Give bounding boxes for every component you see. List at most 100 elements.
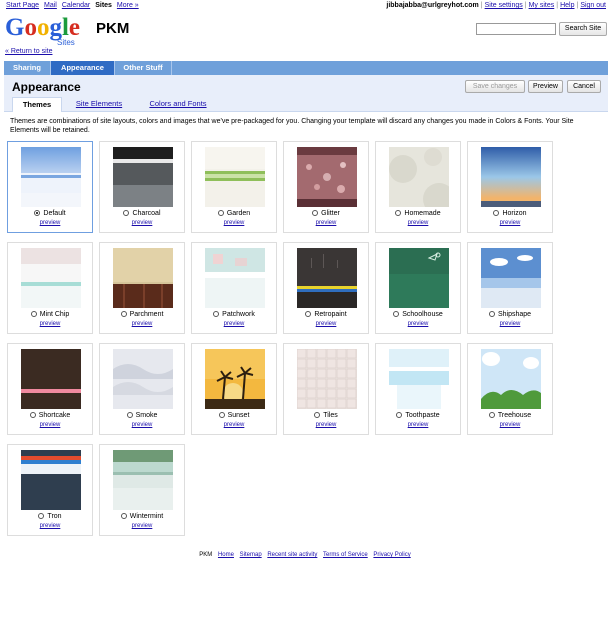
tab-appearance[interactable]: Appearance <box>51 61 114 75</box>
theme-preview-link[interactable]: preview <box>468 422 552 428</box>
theme-card-homemade[interactable]: Homemade preview <box>375 141 461 233</box>
theme-radio[interactable] <box>123 210 130 216</box>
theme-preview-link[interactable]: preview <box>8 220 92 226</box>
theme-radio[interactable] <box>213 311 220 317</box>
theme-preview-link[interactable]: preview <box>100 523 184 529</box>
theme-preview-link[interactable]: preview <box>284 220 368 226</box>
theme-card-tiles[interactable]: Tiles preview <box>283 343 369 435</box>
preview-button[interactable]: Preview <box>528 80 563 93</box>
theme-radio[interactable] <box>34 210 41 216</box>
start-page-link[interactable]: Start Page <box>6 2 39 9</box>
theme-option[interactable]: Smoke <box>100 412 184 419</box>
theme-option[interactable]: Schoolhouse <box>376 311 460 318</box>
theme-card-garden[interactable]: Garden preview <box>191 141 277 233</box>
theme-card-parchment[interactable]: Parchment preview <box>99 242 185 334</box>
footer-home-link[interactable]: Home <box>218 552 234 558</box>
theme-radio[interactable] <box>30 311 37 317</box>
theme-radio[interactable] <box>312 210 319 216</box>
theme-card-wintermint[interactable]: Wintermint preview <box>99 444 185 536</box>
theme-radio[interactable] <box>305 311 312 317</box>
theme-preview-link[interactable]: preview <box>192 220 276 226</box>
footer-terms-link[interactable]: Terms of Service <box>323 552 368 558</box>
theme-radio[interactable] <box>488 412 495 418</box>
return-to-site-link[interactable]: « Return to site <box>5 48 52 55</box>
theme-card-mint-chip[interactable]: Mint Chip preview <box>7 242 93 334</box>
save-changes-button[interactable]: Save changes <box>465 80 525 93</box>
theme-thumbnail[interactable] <box>113 450 173 510</box>
google-sites-logo[interactable]: Google Sites <box>5 13 95 47</box>
theme-option[interactable]: Homemade <box>376 210 460 217</box>
theme-option[interactable]: Glitter <box>284 210 368 217</box>
theme-option[interactable]: Toothpaste <box>376 412 460 419</box>
subtab-colors-fonts[interactable]: Colors and Fonts <box>144 97 212 111</box>
theme-thumbnail[interactable] <box>21 349 81 409</box>
theme-thumbnail[interactable] <box>113 248 173 308</box>
theme-preview-link[interactable]: preview <box>192 422 276 428</box>
theme-option[interactable]: Mint Chip <box>8 311 92 318</box>
theme-radio[interactable] <box>488 311 495 317</box>
theme-card-default[interactable]: Default preview <box>7 141 93 233</box>
theme-preview-link[interactable]: preview <box>376 220 460 226</box>
theme-radio[interactable] <box>29 412 36 418</box>
theme-radio[interactable] <box>126 412 133 418</box>
theme-thumbnail[interactable] <box>481 248 541 308</box>
theme-option[interactable]: Wintermint <box>100 513 184 520</box>
theme-thumbnail[interactable] <box>113 349 173 409</box>
theme-thumbnail[interactable] <box>297 349 357 409</box>
theme-preview-link[interactable]: preview <box>376 321 460 327</box>
theme-radio[interactable] <box>396 412 403 418</box>
sign-out-link[interactable]: Sign out <box>580 2 606 9</box>
theme-option[interactable]: Retropaint <box>284 311 368 318</box>
theme-radio[interactable] <box>120 311 127 317</box>
theme-radio[interactable] <box>314 412 321 418</box>
theme-thumbnail[interactable] <box>205 349 265 409</box>
theme-preview-link[interactable]: preview <box>468 220 552 226</box>
theme-card-shipshape[interactable]: Shipshape preview <box>467 242 553 334</box>
help-link[interactable]: Help <box>560 2 574 9</box>
search-input[interactable] <box>476 23 556 35</box>
theme-thumbnail[interactable] <box>389 248 449 308</box>
theme-radio[interactable] <box>217 210 224 216</box>
site-settings-link[interactable]: Site settings <box>485 2 523 9</box>
tab-other-stuff[interactable]: Other Stuff <box>115 61 171 75</box>
subtab-themes[interactable]: Themes <box>12 97 62 112</box>
theme-preview-link[interactable]: preview <box>8 523 92 529</box>
theme-radio[interactable] <box>38 513 45 519</box>
theme-thumbnail[interactable] <box>21 248 81 308</box>
footer-recent-activity-link[interactable]: Recent site activity <box>267 552 317 558</box>
theme-option[interactable]: Default <box>8 210 92 217</box>
my-sites-link[interactable]: My sites <box>529 2 555 9</box>
mail-link[interactable]: Mail <box>44 2 57 9</box>
theme-card-smoke[interactable]: Smoke preview <box>99 343 185 435</box>
theme-card-toothpaste[interactable]: Toothpaste preview <box>375 343 461 435</box>
theme-preview-link[interactable]: preview <box>468 321 552 327</box>
theme-thumbnail[interactable] <box>389 147 449 207</box>
theme-radio[interactable] <box>218 412 225 418</box>
theme-preview-link[interactable]: preview <box>376 422 460 428</box>
theme-preview-link[interactable]: preview <box>8 422 92 428</box>
theme-preview-link[interactable]: preview <box>284 321 368 327</box>
theme-card-patchwork[interactable]: Patchwork preview <box>191 242 277 334</box>
theme-card-schoolhouse[interactable]: Schoolhouse preview <box>375 242 461 334</box>
theme-option[interactable]: Treehouse <box>468 412 552 419</box>
theme-card-sunset[interactable]: Sunset preview <box>191 343 277 435</box>
theme-card-retropaint[interactable]: Retropaint preview <box>283 242 369 334</box>
theme-card-tron[interactable]: Tron preview <box>7 444 93 536</box>
theme-thumbnail[interactable] <box>205 248 265 308</box>
theme-option[interactable]: Horizon <box>468 210 552 217</box>
theme-preview-link[interactable]: preview <box>192 321 276 327</box>
theme-preview-link[interactable]: preview <box>284 422 368 428</box>
footer-privacy-link[interactable]: Privacy Policy <box>373 552 410 558</box>
theme-radio[interactable] <box>395 210 402 216</box>
theme-thumbnail[interactable] <box>481 349 541 409</box>
theme-thumbnail[interactable] <box>481 147 541 207</box>
cancel-button[interactable]: Cancel <box>567 80 601 93</box>
theme-thumbnail[interactable] <box>113 147 173 207</box>
theme-option[interactable]: Patchwork <box>192 311 276 318</box>
theme-option[interactable]: Garden <box>192 210 276 217</box>
theme-preview-link[interactable]: preview <box>100 321 184 327</box>
calendar-link[interactable]: Calendar <box>62 2 90 9</box>
theme-option[interactable]: Charcoal <box>100 210 184 217</box>
theme-card-horizon[interactable]: Horizon preview <box>467 141 553 233</box>
more-link[interactable]: More » <box>117 2 139 9</box>
